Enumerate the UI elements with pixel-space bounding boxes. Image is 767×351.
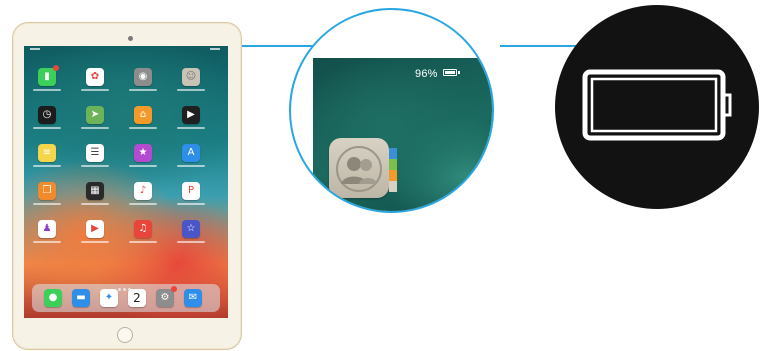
home-app-icon[interactable]: ⌂ [134,106,152,124]
front-camera [128,36,133,41]
podcasts-glyph: ♟ [42,223,52,234]
camera-glyph: ◉ [138,71,148,82]
app-label-placeholder [81,203,109,205]
contacts-glyph [336,146,382,192]
settings-icon[interactable]: ⚙ [156,286,177,307]
status-bar-left [30,48,40,50]
contacts-glyph: ☺ [185,71,197,82]
reminders-glyph: ☰ [90,147,100,158]
battery-icon-small [443,69,457,76]
mail-icon[interactable]: ✉ [184,289,202,307]
calendar-icon[interactable]: 2 [128,289,146,307]
app-label-placeholder [33,89,61,91]
app-label-placeholder [177,165,205,167]
books-glyph: ❐ [42,185,52,196]
ipad-home-screen: ▮ ✿ ◉ ☺ ◷ ➤ ⌂ ▶ ≡ ☰ ★ A ❐ ▦ ♪ P ♟ ▶ ♫ ☆ ● ▬ ✦ 2 ⚙ ✉ [24,46,228,318]
app-label-placeholder [129,203,157,205]
imovie-glyph: ☆ [186,223,196,234]
app-store-icon[interactable]: A [182,144,200,162]
messages-icon[interactable]: ● [44,289,62,307]
app-label-placeholder [177,89,205,91]
contacts-icon [329,138,389,198]
app-label-placeholder [81,165,109,167]
music-glyph: ♪ [139,185,147,196]
photos-icon[interactable]: ✿ [86,68,104,86]
files-icon[interactable]: ▬ [72,289,90,307]
app-label-placeholder [81,127,109,129]
garageband-icon[interactable]: ♫ [134,220,152,238]
mail-glyph: ✉ [188,292,198,303]
app-label-placeholder [33,241,61,243]
app-label-placeholder [129,165,157,167]
podcasts-icon[interactable]: ♟ [38,220,56,238]
safari-icon[interactable]: ✦ [100,289,118,307]
notification-badge [53,65,59,71]
app-label-placeholder [33,127,61,129]
notes-icon[interactable]: ≡ [38,144,56,162]
battery-percentage: 96% [415,68,438,80]
videos-glyph: ▶ [187,109,195,120]
imovie-icon[interactable]: ☆ [182,220,200,238]
safari-glyph: ✦ [104,292,114,303]
app-label-placeholder [177,241,205,243]
contacts-icon[interactable]: ☺ [182,68,200,86]
facetime-icon[interactable]: ▮ [38,65,59,86]
videos-icon[interactable]: ▶ [182,106,200,124]
pinterest-glyph: P [187,185,195,196]
camera-icon[interactable]: ◉ [134,68,152,86]
notification-badge [171,286,177,292]
garageband-glyph: ♫ [138,223,148,234]
home-button[interactable] [117,327,133,343]
home-app-glyph: ⌂ [139,109,147,120]
calendar-day: 2 [133,291,141,305]
itunes-store-glyph: ★ [138,147,148,158]
settings-glyph: ⚙ [160,292,170,303]
books-icon[interactable]: ❐ [38,182,56,200]
app-label-placeholder [177,203,205,205]
app-label-placeholder [81,89,109,91]
music-icon[interactable]: ♪ [134,182,152,200]
pinterest-icon[interactable]: P [182,182,200,200]
app-label-placeholder [129,241,157,243]
messages-glyph: ● [48,292,58,303]
app-label-placeholder [81,241,109,243]
reminders-icon[interactable]: ☰ [86,144,104,162]
maps-glyph: ➤ [90,109,100,120]
itunes-store-icon[interactable]: ★ [134,144,152,162]
battery-closeup-circle [555,5,759,209]
app-label-placeholder [33,165,61,167]
app-store-glyph: A [187,147,195,158]
files-glyph: ▬ [76,292,86,303]
youtube-glyph: ▶ [91,223,99,234]
dock: ● ▬ ✦ 2 ⚙ ✉ [32,284,220,312]
page-dots [118,278,134,291]
calculator-icon[interactable]: ▦ [86,182,104,200]
app-label-placeholder [33,203,61,205]
app-label-placeholder [129,89,157,91]
battery-outline-icon [582,69,732,141]
status-bar-battery [210,48,220,50]
app-label-placeholder [177,127,205,129]
maps-icon[interactable]: ➤ [86,106,104,124]
photos-glyph: ✿ [90,71,100,82]
battery-tip-small [458,71,460,74]
calculator-glyph: ▦ [90,185,100,196]
notes-glyph: ≡ [42,147,52,158]
youtube-icon[interactable]: ▶ [86,220,104,238]
contacts-tabs [389,148,397,192]
facetime-glyph: ▮ [44,71,50,82]
clock-icon[interactable]: ◷ [38,106,56,124]
app-label-placeholder [129,127,157,129]
zoom-circle: 96% [289,8,494,213]
clock-glyph: ◷ [42,109,52,120]
battery-fill [445,71,455,74]
